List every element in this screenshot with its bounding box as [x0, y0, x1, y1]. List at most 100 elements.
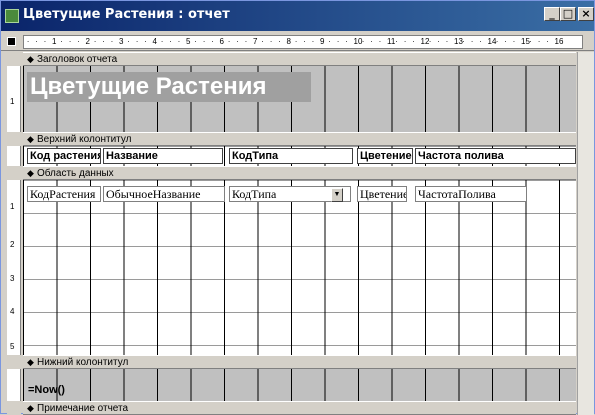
ruler-tick-1: 1	[52, 37, 57, 46]
ruler-minor-tick: ·	[68, 37, 72, 46]
label-blooming[interactable]: Цветение	[357, 148, 413, 164]
report-title-label[interactable]: Цветущие Растения	[27, 72, 311, 102]
ruler-minor-tick: ·	[294, 37, 298, 46]
ruler-minor-tick: ·	[437, 37, 440, 46]
vruler-band-page-header	[7, 132, 21, 146]
report-design-surface[interactable]: ◆ Заголовок отчета Цветущие Растения ◆ В…	[23, 52, 576, 415]
ruler-minor-tick: ·	[135, 37, 139, 46]
section-label: Примечание отчета	[37, 403, 129, 414]
section-arrow-icon: ◆	[27, 403, 34, 413]
ruler-minor-tick: ·	[227, 37, 231, 46]
vruler-band-report-header	[7, 52, 21, 66]
close-button[interactable]: ×	[578, 7, 594, 21]
label-plant-code[interactable]: Код растения	[27, 148, 101, 164]
ruler-minor-tick: ·	[43, 37, 47, 46]
ruler-minor-tick: ·	[345, 37, 348, 46]
vruler-tick-2: 2	[10, 240, 15, 249]
horizontal-ruler: 1 · · · 2 · · · 3 · · · 4 · · · 5 · · · 6 · · · 7 · · · 8 · · · 9 · · · 10 · ·…	[1, 33, 594, 51]
ruler-tick-8: 8	[286, 37, 291, 46]
vruler-tick-3: 3	[10, 274, 15, 283]
vruler-band-detail	[7, 166, 21, 180]
ruler-minor-tick: ·	[169, 37, 172, 46]
ruler-minor-tick: ·	[236, 37, 239, 46]
section-arrow-icon: ◆	[27, 54, 34, 64]
vruler-band-report-footer	[7, 401, 21, 415]
ruler-minor-tick: ·	[412, 37, 415, 46]
ruler-tick-3: 3	[119, 37, 124, 46]
ruler-minor-tick: ·	[445, 37, 449, 46]
section-label: Заголовок отчета	[37, 54, 118, 65]
section-label: Верхний колонтитул	[37, 134, 132, 145]
ruler-minor-tick: ·	[102, 37, 105, 46]
ruler-minor-tick: ·	[278, 37, 281, 46]
vruler-tick-4: 4	[10, 307, 15, 316]
label-name[interactable]: Название	[103, 148, 223, 164]
ruler-minor-tick: ·	[361, 37, 365, 46]
ruler-minor-tick: ·	[93, 37, 97, 46]
section-page-header[interactable]: ◆ Верхний колонтитул	[23, 132, 576, 146]
ruler-minor-tick: ·	[370, 37, 373, 46]
minimize-button[interactable]: _	[544, 7, 560, 21]
ruler-minor-tick: ·	[60, 37, 63, 46]
label-watering-frequency[interactable]: Частота полива	[415, 148, 576, 164]
dropdown-arrow-icon[interactable]: ▼	[331, 188, 343, 202]
field-blooming[interactable]: Цветение	[357, 186, 407, 202]
detail-area[interactable]	[23, 180, 576, 355]
now-expression-field[interactable]: =Now()	[27, 382, 107, 398]
section-arrow-icon: ◆	[27, 134, 34, 144]
window-title: Цветущие Растения : отчет	[23, 7, 230, 22]
vertical-ruler[interactable]: 1 1 2 3 4 5	[7, 52, 21, 415]
ruler-minor-tick: ·	[537, 37, 541, 46]
report-selector[interactable]	[7, 37, 16, 46]
field-watering-frequency[interactable]: ЧастотаПолива	[415, 186, 527, 202]
ruler-minor-tick: ·	[144, 37, 147, 46]
section-label: Область данных	[37, 168, 114, 179]
ruler-tick-4: 4	[152, 37, 157, 46]
field-common-name[interactable]: ОбычноеНазвание	[103, 186, 225, 202]
ruler-minor-tick: ·	[328, 37, 331, 46]
ruler-minor-tick: ·	[77, 37, 80, 46]
ruler-minor-tick: ·	[403, 37, 407, 46]
ruler-tick-11: 11	[387, 37, 396, 46]
ruler-minor-tick: ·	[110, 37, 114, 46]
ruler-tick-6: 6	[219, 37, 224, 46]
ruler-minor-tick: ·	[303, 37, 306, 46]
ruler-minor-tick: ·	[395, 37, 398, 46]
ruler-tick-9: 9	[320, 37, 325, 46]
vruler-tick-5: 5	[10, 342, 15, 351]
ruler-minor-tick: ·	[244, 37, 248, 46]
ruler-minor-tick: ·	[160, 37, 164, 46]
vertical-scrollbar[interactable]	[577, 52, 594, 415]
field-type-code-value: КодТипа	[232, 187, 277, 201]
field-plant-code[interactable]: КодРастения	[27, 186, 101, 202]
report-icon	[5, 9, 19, 23]
ruler-minor-tick: ·	[504, 37, 507, 46]
section-label: Нижний колонтитул	[37, 357, 129, 368]
ruler-tick-5: 5	[186, 37, 191, 46]
ruler-minor-tick: ·	[211, 37, 214, 46]
section-arrow-icon: ◆	[27, 168, 34, 178]
ruler-minor-tick: ·	[512, 37, 516, 46]
ruler-minor-tick: ·	[495, 37, 499, 46]
title-bar[interactable]: Цветущие Растения : отчет _ □ ×	[1, 1, 594, 31]
section-page-footer[interactable]: ◆ Нижний колонтитул	[23, 355, 576, 369]
report-designer-window: Цветущие Растения : отчет _ □ × 1 · · · 2 · · ·…	[0, 0, 595, 415]
section-detail[interactable]: ◆ Область данных	[23, 166, 576, 180]
ruler-minor-tick: ·	[261, 37, 264, 46]
ruler-minor-tick: ·	[127, 37, 130, 46]
ruler-minor-tick: ·	[546, 37, 549, 46]
label-type-code[interactable]: КодТипа	[229, 148, 353, 164]
vruler-tick-1: 1	[10, 202, 15, 211]
vruler-tick-1: 1	[10, 97, 15, 106]
ruler-minor-tick: ·	[470, 37, 474, 46]
ruler-minor-tick: ·	[202, 37, 206, 46]
ruler-minor-tick: ·	[529, 37, 532, 46]
section-report-footer[interactable]: ◆ Примечание отчета	[23, 401, 576, 415]
section-report-header[interactable]: ◆ Заголовок отчета	[23, 52, 576, 66]
maximize-button[interactable]: □	[560, 7, 576, 21]
ruler-minor-tick: ·	[336, 37, 340, 46]
ruler-minor-tick: ·	[428, 37, 432, 46]
vruler-band-page-footer	[7, 355, 21, 369]
ruler-minor-tick: ·	[479, 37, 482, 46]
ruler-strip[interactable]: 1 · · · 2 · · · 3 · · · 4 · · · 5 · · · 6 · · · 7 · · · 8 · · · 9 · · · 10 · ·…	[23, 35, 583, 49]
